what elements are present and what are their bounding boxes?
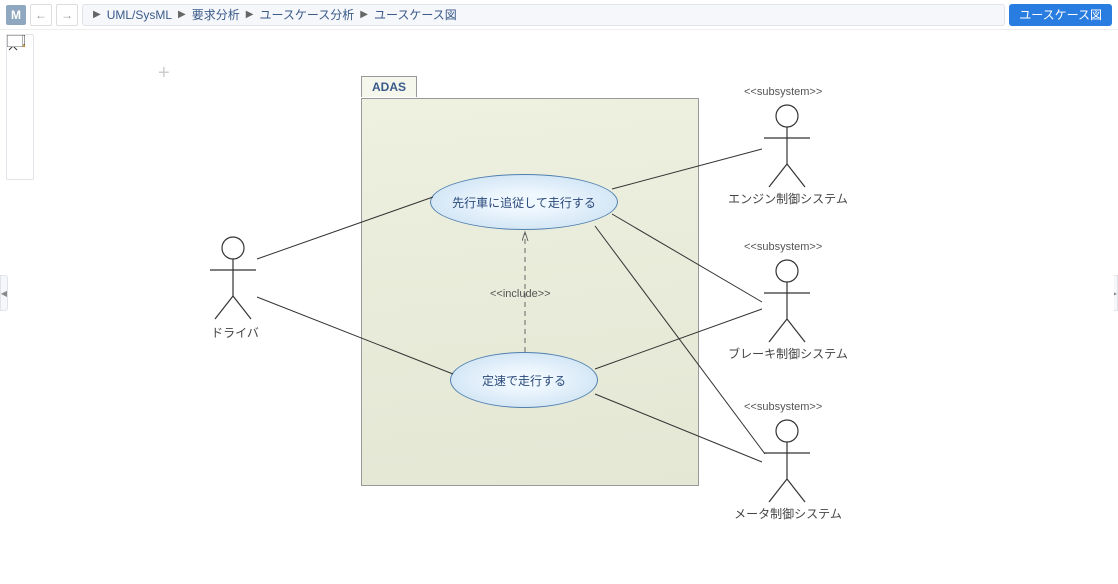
breadcrumb-item[interactable]: UML/SysML	[107, 8, 172, 22]
palette-actor-icon[interactable]	[9, 86, 31, 104]
actor-driver-icon	[210, 237, 256, 319]
actor-meter-icon	[764, 420, 810, 502]
actor-driver-label: ドライバ	[210, 324, 260, 341]
breadcrumb-item[interactable]: ユースケース図	[374, 6, 457, 23]
palette-package-icon[interactable]	[9, 110, 31, 128]
actor-engine-stereotype: <<subsystem>>	[744, 86, 822, 98]
actor-meter-stereotype: <<subsystem>>	[744, 401, 822, 413]
actor-brake-label: ブレーキ制御システム	[728, 345, 848, 362]
actor-engine-icon	[764, 105, 810, 187]
toolbar: M ← → ▶ UML/SysML ▶ 要求分析 ▶ ユースケース分析 ▶ ユー…	[0, 0, 1118, 30]
breadcrumb-item[interactable]: 要求分析	[192, 6, 240, 23]
chevron-right-icon: ▶	[244, 9, 256, 20]
tool-palette	[6, 34, 34, 180]
include-label: <<include>>	[490, 288, 551, 300]
chevron-right-icon: ▶	[176, 9, 188, 20]
breadcrumb-item[interactable]: ユースケース分析	[259, 6, 354, 23]
actor-engine-label: エンジン制御システム	[728, 190, 848, 207]
diagram-type-button[interactable]: ユースケース図	[1009, 4, 1112, 26]
nav-forward-button[interactable]: →	[56, 4, 78, 26]
nav-back-button[interactable]: ←	[30, 4, 52, 26]
actor-brake-stereotype: <<subsystem>>	[744, 241, 822, 253]
app-badge[interactable]: M	[6, 5, 26, 25]
breadcrumb[interactable]: ▶ UML/SysML ▶ 要求分析 ▶ ユースケース分析 ▶ ユースケース図	[82, 4, 1005, 26]
palette-note-icon[interactable]	[9, 158, 31, 176]
palette-usecase-icon[interactable]	[9, 62, 31, 80]
diagram-canvas[interactable]: + ADAS 先行車に追従して走行する 定速で走行する	[40, 34, 1114, 578]
diagram-connections	[40, 34, 1118, 584]
actor-meter-label: メータ制御システム	[728, 505, 848, 522]
actor-brake-icon	[764, 260, 810, 342]
chevron-right-icon: ▶	[358, 9, 370, 20]
chevron-right-icon: ▶	[91, 9, 103, 20]
palette-boundary-icon[interactable]	[9, 134, 31, 152]
left-panel-toggle[interactable]: ◀	[0, 275, 8, 311]
